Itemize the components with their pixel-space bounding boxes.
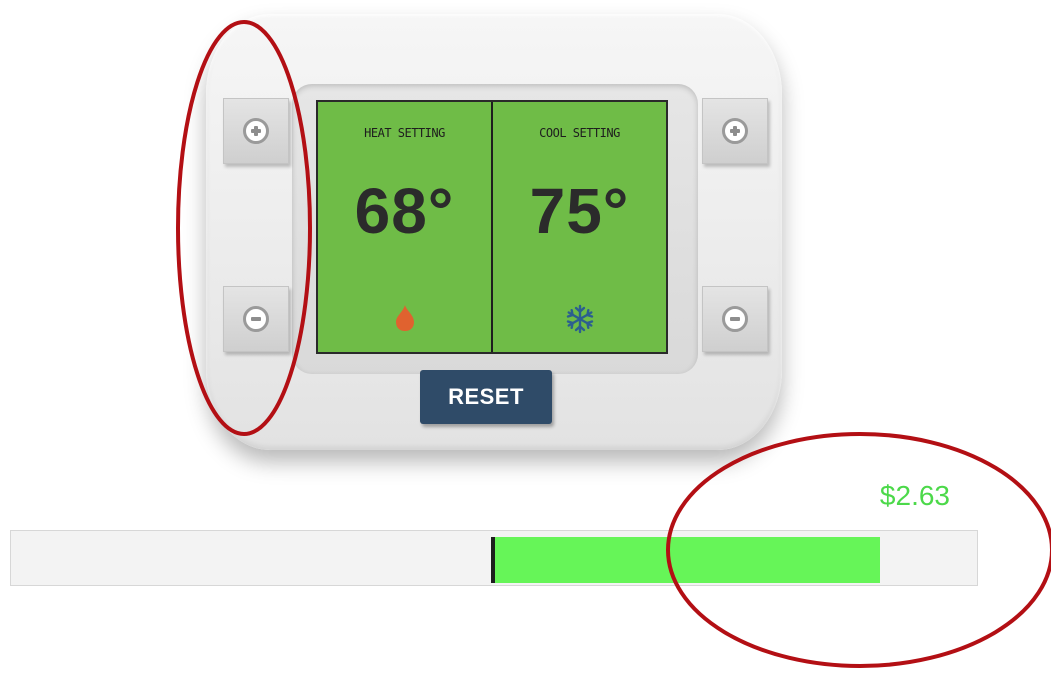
thermostat-stage: HEAT SETTING 68° COOL SETTING 75° RESET … — [0, 0, 1051, 675]
heat-increase-button[interactable] — [223, 98, 289, 164]
cost-bar-fill — [495, 537, 880, 583]
cool-setting-title: COOL SETTING — [539, 126, 620, 140]
cool-setting-panel: COOL SETTING 75° — [493, 102, 666, 352]
cool-setting-temp: 75° — [529, 175, 630, 247]
heat-decrease-button[interactable] — [223, 286, 289, 352]
plus-icon — [722, 118, 748, 144]
heat-setting-panel: HEAT SETTING 68° — [318, 102, 493, 352]
plus-icon — [243, 118, 269, 144]
minus-icon — [722, 306, 748, 332]
reset-button[interactable]: RESET — [420, 370, 552, 424]
cost-label: $2.63 — [879, 480, 950, 511]
heat-setting-title: HEAT SETTING — [364, 126, 445, 140]
snowflake-icon — [566, 304, 593, 334]
thermostat-display: HEAT SETTING 68° COOL SETTING 75° — [316, 100, 668, 354]
cool-increase-button[interactable] — [702, 98, 768, 164]
cool-decrease-button[interactable] — [702, 286, 768, 352]
heat-setting-temp: 68° — [354, 175, 455, 247]
minus-icon — [243, 306, 269, 332]
flame-icon — [395, 305, 414, 331]
